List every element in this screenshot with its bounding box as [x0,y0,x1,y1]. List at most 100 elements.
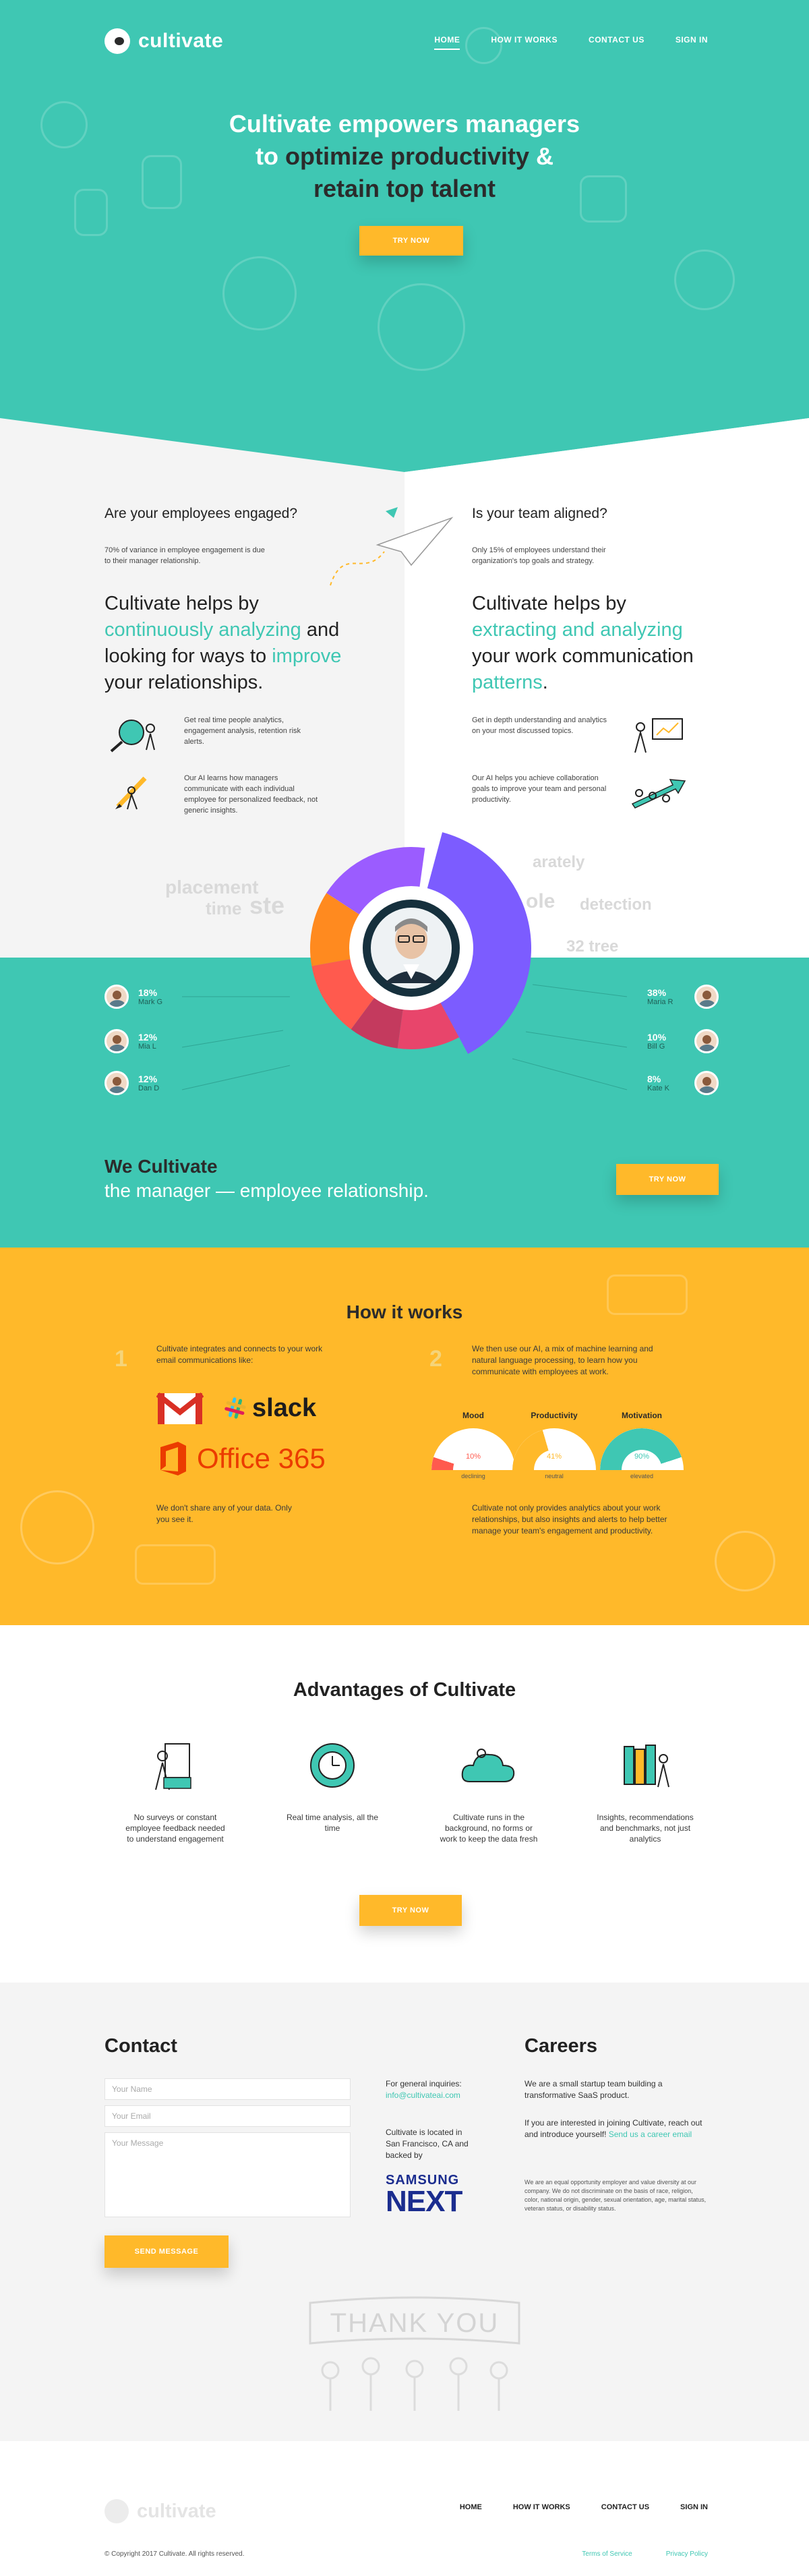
gauge-mood: Mood 10% declining [431,1411,515,1480]
contact-section: Contact SEND MESSAGE For general inquiri… [0,1983,809,2441]
person-avatar [104,985,129,1009]
office-logo-text: Office 365 [197,1442,326,1474]
stats-try-now-button[interactable]: TRY NOW [616,1164,719,1195]
word-cloud-item: detection [580,896,652,914]
footer-nav-home[interactable]: HOME [460,2503,482,2511]
inquiries-email-link[interactable]: info@cultivateai.com [386,2090,460,2100]
gear-doodle-icon [20,1490,94,1564]
left-note: 70% of variance in employee engagement i… [104,546,265,565]
inquiries-block: For general inquiries: info@cultivateai.… [386,2078,480,2101]
gauge-label: Mood [462,1411,484,1420]
gauge-motivation: Motivation 90% elevated [600,1411,684,1480]
send-message-button[interactable]: SEND MESSAGE [104,2235,229,2268]
manager-avatar [371,908,452,989]
gauge-arc: 10% [431,1428,515,1470]
hero-line2-highlight: optimize productivity [284,142,529,170]
left-headline-post: your relationships. [104,672,264,693]
how-title: How it works [346,1301,463,1322]
doodle-person [674,250,735,310]
hero-try-now-button[interactable]: TRY NOW [359,226,463,256]
advantage-1-text: No surveys or constant employee feedback… [125,1813,225,1844]
person-percent: 18% [138,987,158,998]
left-headline: Cultivate helps by continuously analyzin… [104,591,361,696]
step-2-text: We then use our AI, a mix of machine lea… [472,1344,653,1376]
gauge-status: neutral [545,1473,564,1480]
gauge-label: Productivity [531,1411,578,1420]
contact-title: Contact [104,2035,177,2057]
person-name: Mia L [138,1043,156,1051]
how-it-works-section: How it works 1 Cultivate integrates and … [0,1248,809,1625]
person-stat-left: 12% Mia L [104,1029,157,1053]
footer-nav-contact-us[interactable]: CONTACT US [601,2503,649,2511]
nav-how-it-works[interactable]: HOW IT WORKS [491,35,558,50]
presentation-board-icon [634,718,683,753]
gauge-status: elevated [630,1473,654,1480]
email-field[interactable] [104,2105,351,2127]
terms-link[interactable]: Terms of Service [582,2550,632,2558]
footer-logo[interactable]: cultivate [104,2499,216,2523]
step-2-number: 2 [429,1346,442,1372]
right-feature-2: Our AI helps you achieve collaboration g… [472,773,728,812]
copyright-text: © Copyright 2017 Cultivate. All rights r… [104,2550,245,2558]
hero-title: Cultivate empowers managers to optimize … [0,108,809,205]
message-field[interactable] [104,2132,351,2217]
advantages-try-now-button[interactable]: TRY NOW [359,1895,462,1926]
gauge-label: Motivation [622,1411,662,1420]
right-headline-post: . [542,672,548,693]
office-logo: Office 365 [156,1440,326,1477]
thank-you-text: THANK YOU [330,2308,500,2338]
step-1-number: 1 [115,1346,127,1372]
person-stat-left: 12% Dan D [104,1071,159,1095]
career-email-link[interactable]: Send us a career email [609,2130,692,2139]
logo-text: cultivate [138,30,224,52]
inquiries-label: For general inquiries: [386,2079,462,2088]
right-headline-hl1: extracting and analyzing [472,619,683,641]
person-name: Bill G [647,1043,665,1051]
person-name: Mark G [138,998,163,1006]
name-field[interactable] [104,2078,351,2100]
right-headline: Cultivate helps by extracting and analyz… [472,591,728,696]
step-1-text: Cultivate integrates and connects to you… [156,1344,323,1365]
laptop-doodle-icon [135,1544,216,1585]
doodle-person [222,256,297,330]
advantage-item-4: Insights, recommendations and benchmarks… [595,1740,696,1844]
careers-intro: We are a small startup team building a t… [525,2079,663,2100]
right-note: Only 15% of employees understand their o… [472,546,606,565]
next-logo-text: NEXT [386,2185,462,2218]
careers-invite: If you are interested in joining Cultiva… [525,2117,707,2140]
left-feature-1: Get real time people analytics, engageme… [104,715,361,754]
right-headline-pre: Cultivate helps by [472,593,626,614]
advantage-item-3: Cultivate runs in the background, no for… [438,1740,539,1844]
word-cloud-item: arately [533,853,585,871]
stats-headline-line2: the manager — employee relationship. [104,1180,429,1201]
nav-home[interactable]: HOME [434,35,460,50]
pencil-person-icon [115,776,147,810]
person-stat-left: 18% Mark G [104,985,162,1009]
gauge-value: 90% [634,1453,650,1461]
gauge-arc: 90% [600,1428,684,1470]
person-stat-right: 10% Bill G [647,1029,719,1053]
person-name: Kate K [647,1084,670,1092]
footer-nav-sign-in[interactable]: SIGN IN [680,2503,708,2511]
nav-contact-us[interactable]: CONTACT US [589,35,645,50]
left-headline-pre: Cultivate helps by [104,593,259,614]
nav-sign-in[interactable]: SIGN IN [676,35,708,50]
main-nav: HOME HOW IT WORKS CONTACT US SIGN IN [434,35,708,50]
right-headline-hl2: patterns [472,672,543,693]
logo[interactable]: cultivate [104,28,223,54]
gmail-logo-icon [156,1392,204,1424]
step-2-note: Cultivate not only provides analytics ab… [472,1503,667,1535]
location-text: Cultivate is located in San Francisco, C… [386,2128,469,2160]
gauge-status: declining [461,1473,485,1480]
paper-plane-icon [330,507,454,586]
privacy-link[interactable]: Privacy Policy [666,2550,708,2558]
right-feature-1: Get in depth understanding and analytics… [472,715,728,754]
integration-logos-row1: slack [156,1391,316,1426]
footer-nav-how-it-works[interactable]: HOW IT WORKS [513,2503,570,2511]
left-feature-2: Our AI learns how managers communicate w… [104,773,361,816]
books-icon [624,1745,669,1788]
advantage-item-1: No surveys or constant employee feedback… [125,1740,226,1844]
footer-logo-icon [104,2499,129,2523]
hero-line3: retain top talent [313,175,496,202]
person-avatar [104,1071,129,1095]
